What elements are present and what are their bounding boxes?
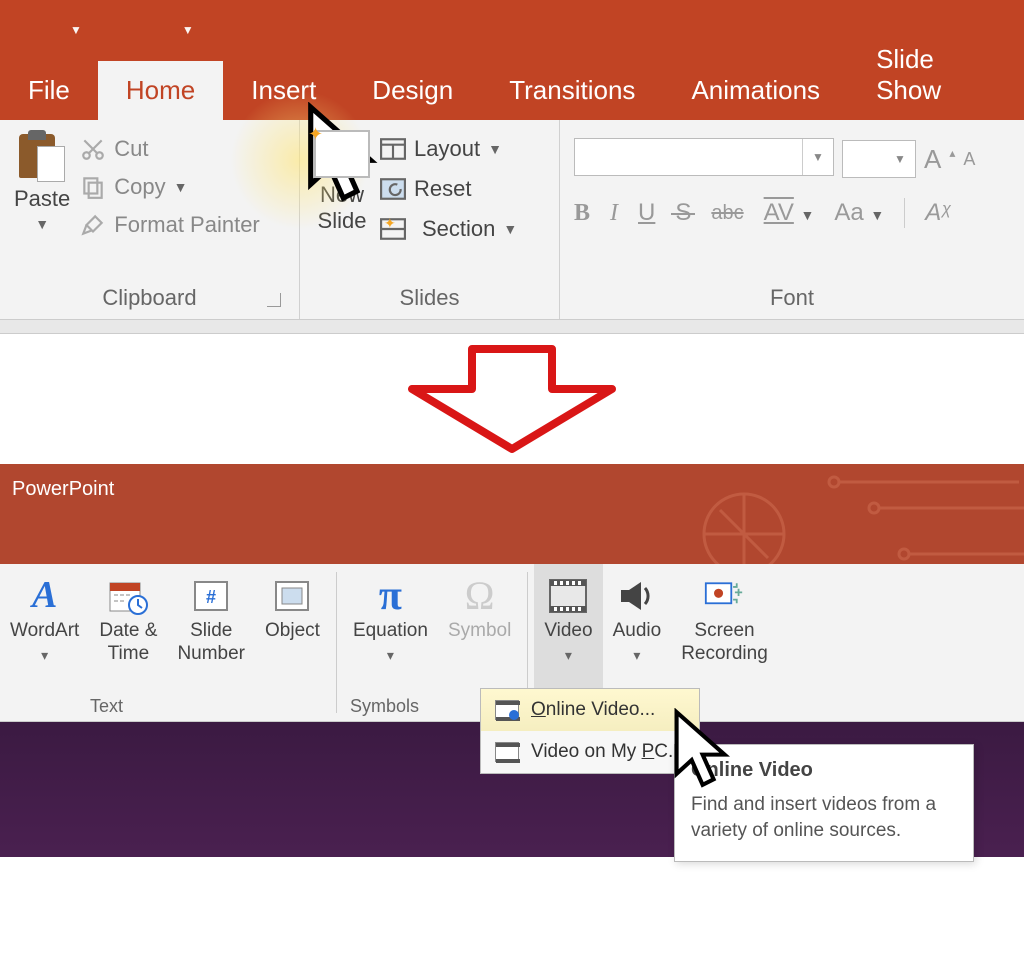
clipboard-group-label: Clipboard bbox=[14, 281, 285, 313]
layout-button[interactable]: Layout▼ bbox=[380, 130, 517, 168]
omega-icon: Ω bbox=[460, 576, 500, 616]
tooltip: Online Video Find and insert videos from… bbox=[674, 744, 974, 862]
tab-insert[interactable]: Insert bbox=[223, 61, 344, 120]
bold-button[interactable]: B bbox=[574, 200, 590, 227]
tab-slideshow[interactable]: Slide Show bbox=[848, 30, 1024, 120]
underline-button[interactable]: U bbox=[638, 199, 655, 227]
slide-number-button[interactable]: # Slide Number bbox=[167, 564, 255, 721]
change-case-button[interactable]: Aa ▼ bbox=[834, 199, 884, 227]
clipboard-launcher-icon[interactable] bbox=[267, 293, 281, 307]
italic-button[interactable]: I bbox=[610, 200, 618, 227]
svg-text:#: # bbox=[206, 587, 216, 607]
group-slides: ✦ New Slide Layout▼ Reset ✦ Section▼ bbox=[300, 120, 560, 319]
wordart-icon: A bbox=[25, 576, 65, 616]
tab-file[interactable]: File bbox=[0, 61, 98, 120]
undo-caret-icon[interactable]: ▼ bbox=[70, 23, 82, 37]
slides-group-label: Slides bbox=[314, 281, 545, 313]
layout-icon bbox=[380, 138, 406, 160]
group-clipboard: Paste ▼ Cut Copy ▼ Format Painter bbox=[0, 120, 300, 319]
film-online-icon bbox=[495, 700, 519, 720]
tooltip-title: Online Video bbox=[691, 759, 957, 782]
section-button[interactable]: ✦ Section▼ bbox=[380, 210, 517, 248]
shadow-button[interactable]: S bbox=[675, 199, 691, 227]
reset-icon bbox=[380, 178, 406, 200]
pi-icon: π bbox=[370, 576, 410, 616]
calendar-clock-icon bbox=[108, 576, 148, 616]
ribbon-home: Paste ▼ Cut Copy ▼ Format Painter bbox=[0, 120, 1024, 320]
format-painter-button[interactable]: Format Painter bbox=[80, 206, 260, 244]
wordart-button[interactable]: A WordArt▾ bbox=[0, 564, 89, 721]
symbols-group-label: Symbols bbox=[350, 696, 419, 717]
reset-button[interactable]: Reset bbox=[380, 170, 517, 208]
tab-design[interactable]: Design bbox=[344, 61, 481, 120]
slide-number-icon: # bbox=[191, 576, 231, 616]
copy-button[interactable]: Copy ▼ bbox=[80, 168, 260, 206]
film-local-icon bbox=[495, 742, 519, 762]
menu-online-video[interactable]: Online Video... bbox=[481, 689, 699, 731]
arrow-divider bbox=[0, 334, 1024, 464]
tooltip-body: Find and insert videos from a variety of… bbox=[691, 792, 957, 843]
object-icon bbox=[272, 576, 312, 616]
copy-icon bbox=[80, 174, 106, 200]
screen-recording-icon bbox=[704, 576, 744, 616]
paste-caret-icon[interactable]: ▼ bbox=[35, 216, 49, 232]
app-title: PowerPoint bbox=[12, 478, 114, 500]
decoration-circuit bbox=[684, 464, 1024, 564]
font-group-label: Font bbox=[574, 281, 1010, 313]
down-arrow-icon bbox=[382, 339, 642, 459]
strikethrough-button[interactable]: abc bbox=[711, 202, 743, 225]
new-slide-button[interactable]: ✦ New Slide bbox=[314, 130, 370, 281]
tab-animations[interactable]: Animations bbox=[663, 61, 848, 120]
char-spacing-button[interactable]: AV ▼ bbox=[764, 199, 815, 227]
speaker-icon bbox=[617, 576, 657, 616]
clear-format-button[interactable]: Aᵡ bbox=[925, 199, 950, 227]
qat-customize-icon[interactable]: ▼ bbox=[182, 23, 194, 37]
film-icon bbox=[548, 576, 588, 616]
chevron-down-icon[interactable]: ▼ bbox=[803, 139, 833, 175]
chevron-down-icon[interactable]: ▼ bbox=[885, 141, 915, 177]
font-family-select[interactable]: ▼ bbox=[574, 138, 834, 176]
tab-home[interactable]: Home bbox=[98, 61, 223, 120]
video-dropdown-menu: Online Video... Video on My PC... bbox=[480, 688, 700, 774]
paste-label: Paste bbox=[14, 186, 70, 212]
ruler-strip bbox=[0, 320, 1024, 334]
menu-video-on-pc[interactable]: Video on My PC... bbox=[481, 731, 699, 773]
paste-button[interactable]: Paste ▼ bbox=[14, 130, 70, 281]
cut-button[interactable]: Cut bbox=[80, 130, 260, 168]
group-font: ▼ ▼ A ▴ A B I U S abc AV ▼ Aa ▼ Aᵡ bbox=[560, 120, 1024, 319]
shrink-font-button[interactable]: A bbox=[963, 149, 975, 170]
font-size-select[interactable]: ▼ bbox=[842, 140, 916, 178]
tab-transitions[interactable]: Transitions bbox=[481, 61, 663, 120]
object-button[interactable]: Object bbox=[255, 564, 330, 721]
grow-font-button[interactable]: A bbox=[924, 144, 941, 175]
scissors-icon bbox=[80, 136, 106, 162]
new-slide-icon: ✦ bbox=[314, 130, 370, 178]
brush-icon bbox=[80, 212, 106, 238]
text-group-label: Text bbox=[90, 696, 123, 717]
ribbon-tabs: File Home Insert Design Transitions Anim… bbox=[0, 60, 1024, 120]
title-bar: PowerPoint bbox=[0, 464, 1024, 564]
paste-icon bbox=[19, 130, 65, 182]
